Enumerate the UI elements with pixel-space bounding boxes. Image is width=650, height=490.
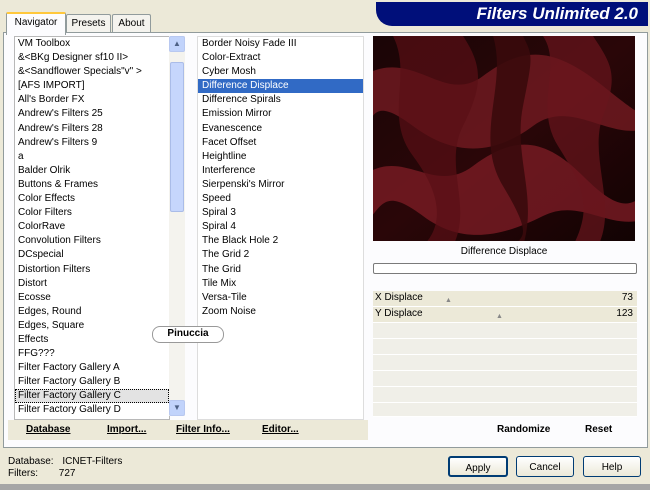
category-item[interactable]: Filter Factory Gallery A [15, 361, 169, 375]
category-item[interactable]: ColorRave [15, 220, 169, 234]
cancel-button[interactable]: Cancel [516, 456, 574, 477]
filter-item[interactable]: Spiral 4 [198, 220, 363, 234]
param-row-empty [373, 403, 637, 417]
filter-item[interactable]: Evanescence [198, 122, 363, 136]
tab-navigator[interactable]: Navigator [6, 12, 66, 35]
filter-item[interactable]: The Grid 2 [198, 248, 363, 262]
category-item[interactable]: Ecosse [15, 291, 169, 305]
category-item[interactable]: Distortion Filters [15, 263, 169, 277]
filter-item[interactable]: Border Noisy Fade III [198, 37, 363, 51]
filters-label: Filters: [8, 468, 38, 479]
param-x-slider-icon[interactable]: ▲ [445, 297, 452, 304]
banner-title: Filters Unlimited 2.0 [476, 4, 638, 23]
preview-image [373, 36, 635, 241]
category-item[interactable]: DCspecial [15, 248, 169, 262]
randomize-button[interactable]: Randomize [497, 424, 550, 435]
category-item[interactable]: Buttons & Frames [15, 178, 169, 192]
param-x-value: 73 [621, 292, 633, 303]
filter-item[interactable]: The Black Hole 2 [198, 234, 363, 248]
param-row-empty [373, 371, 637, 387]
param-row-y[interactable]: Y Displace 123 ▲ [373, 307, 637, 323]
category-item[interactable]: Andrew's Filters 9 [15, 136, 169, 150]
database-button[interactable]: Database [26, 424, 70, 435]
filter-info-button[interactable]: Filter Info... [176, 424, 230, 435]
category-item[interactable]: Color Filters [15, 206, 169, 220]
param-row-empty [373, 323, 637, 339]
category-item[interactable]: Andrew's Filters 28 [15, 122, 169, 136]
category-item[interactable]: &<Sandflower Specials"v" > [15, 65, 169, 79]
filter-item[interactable]: Facet Offset [198, 136, 363, 150]
category-list[interactable]: VM Toolbox &<BKg Designer sf10 II> &<Sandf… [14, 36, 170, 420]
reset-button[interactable]: Reset [585, 424, 612, 435]
taskbar-strip [0, 484, 650, 490]
param-row-empty [373, 339, 637, 355]
filter-item[interactable]: Tile Mix [198, 277, 363, 291]
category-item[interactable]: Filter Factory Gallery C [15, 389, 169, 404]
category-item[interactable]: Edges, Round [15, 305, 169, 319]
scroll-thumb[interactable] [170, 62, 184, 212]
filter-item[interactable]: Zoom Noise [198, 305, 363, 319]
tab-presets[interactable]: Presets [66, 14, 111, 32]
filter-item[interactable]: Speed [198, 192, 363, 206]
category-item[interactable]: Convolution Filters [15, 234, 169, 248]
tab-about[interactable]: About [112, 14, 151, 32]
filter-item[interactable]: Emission Mirror [198, 107, 363, 121]
import-button[interactable]: Import... [107, 424, 146, 435]
scroll-down-icon[interactable]: ▼ [169, 400, 185, 416]
category-item[interactable]: Balder Olrik [15, 164, 169, 178]
category-item[interactable]: Edges, Square [15, 319, 169, 333]
category-item[interactable]: a [15, 150, 169, 164]
filter-item[interactable]: Heightline [198, 150, 363, 164]
param-y-value: 123 [616, 308, 633, 319]
category-item[interactable]: Color Effects [15, 192, 169, 206]
category-item[interactable]: All's Border FX [15, 93, 169, 107]
param-x-label: X Displace [375, 292, 423, 303]
filter-item[interactable]: Spiral 3 [198, 206, 363, 220]
filter-item[interactable]: Difference Displace [198, 79, 363, 94]
progress-bar [373, 263, 637, 274]
category-item[interactable]: Andrew's Filters 25 [15, 107, 169, 121]
param-row-x[interactable]: X Displace 73 ▲ [373, 291, 637, 307]
preview-label: Difference Displace [460, 246, 548, 257]
editor-button[interactable]: Editor... [262, 424, 299, 435]
param-row-empty [373, 387, 637, 403]
category-item[interactable]: VM Toolbox [15, 37, 169, 51]
filter-item[interactable]: Sierpenski's Mirror [198, 178, 363, 192]
param-row-empty [373, 355, 637, 371]
param-y-label: Y Displace [375, 308, 423, 319]
filter-list[interactable]: Border Noisy Fade III Color-Extract Cyber … [197, 36, 364, 420]
filter-item[interactable]: Versa-Tile [198, 291, 363, 305]
filter-item[interactable]: Cyber Mosh [198, 65, 363, 79]
category-item[interactable]: Distort [15, 277, 169, 291]
scroll-up-icon[interactable]: ▲ [169, 36, 185, 52]
category-scrollbar[interactable]: ▲ ▼ [169, 36, 185, 416]
action-bar: Database Import... Filter Info... Editor… [8, 420, 368, 440]
param-y-slider-icon[interactable]: ▲ [496, 313, 503, 320]
database-label: Database: [8, 456, 54, 467]
category-item[interactable]: Filter Factory Gallery B [15, 375, 169, 389]
category-item[interactable]: [AFS IMPORT] [15, 79, 169, 93]
filter-item[interactable]: Interference [198, 164, 363, 178]
status-info: Database: ICNET-Filters Filters: 727 [8, 456, 122, 480]
category-item[interactable]: FFG??? [15, 347, 169, 361]
filter-item[interactable]: Color-Extract [198, 51, 363, 65]
database-value: ICNET-Filters [62, 456, 123, 467]
category-item[interactable]: &<BKg Designer sf10 II> [15, 51, 169, 65]
help-button[interactable]: Help [583, 456, 641, 477]
filters-value: 727 [58, 468, 76, 479]
apply-button[interactable]: Apply [448, 456, 508, 477]
filter-item[interactable]: The Grid [198, 263, 363, 277]
filter-item[interactable]: Difference Spirals [198, 93, 363, 107]
category-item[interactable]: Effects [15, 333, 169, 347]
watermark: Pinuccia [152, 326, 224, 343]
category-item[interactable]: Filter Factory Gallery D [15, 403, 169, 417]
